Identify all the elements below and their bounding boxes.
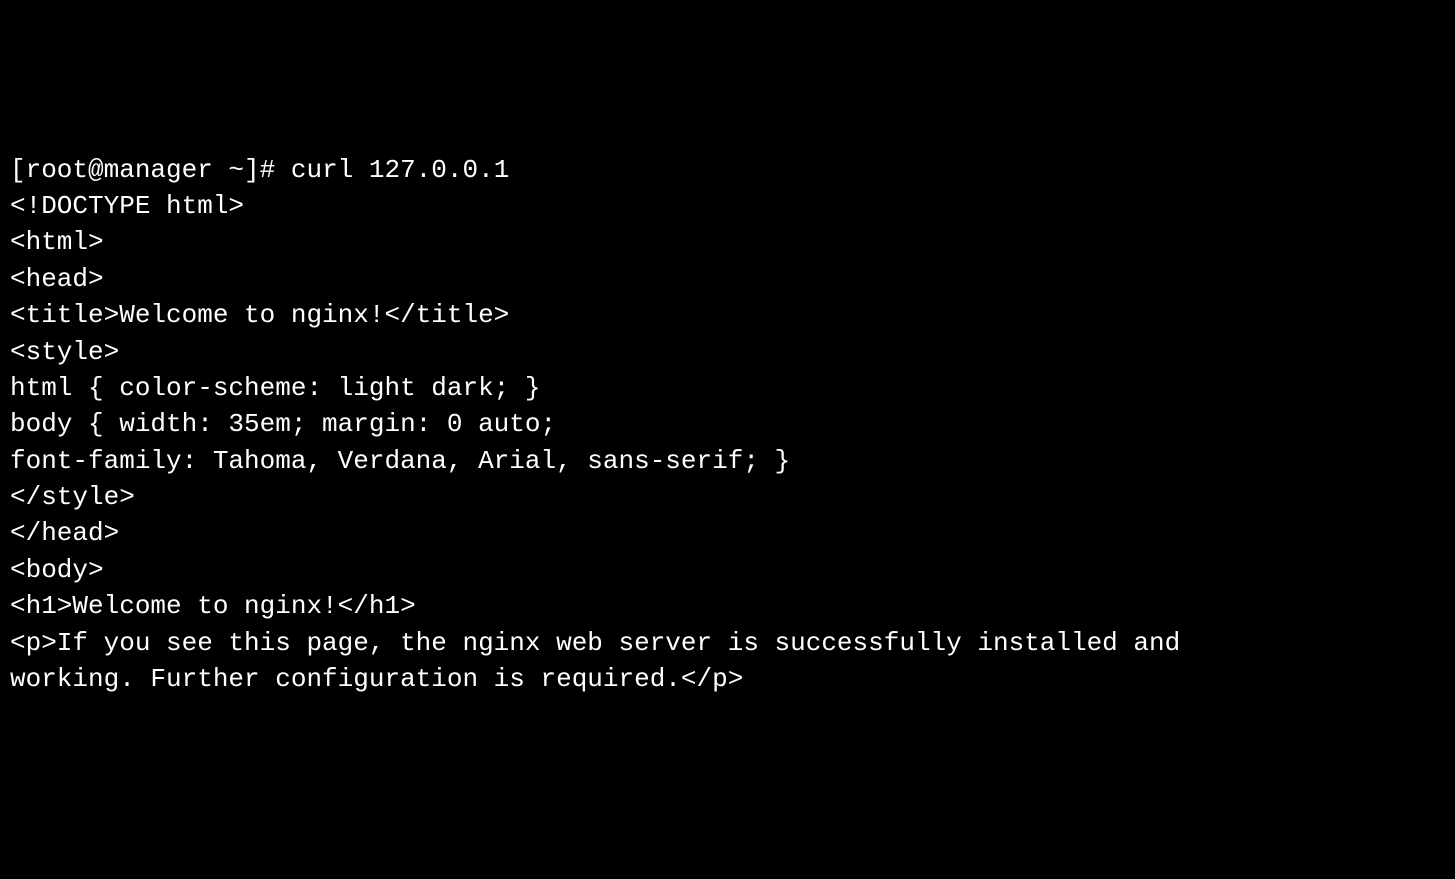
output-line: <!DOCTYPE html> bbox=[10, 188, 1445, 224]
output-line: <h1>Welcome to nginx!</h1> bbox=[10, 588, 1445, 624]
output-line: <html> bbox=[10, 224, 1445, 260]
output-line: html { color-scheme: light dark; } bbox=[10, 370, 1445, 406]
shell-prompt: [root@manager ~]# bbox=[10, 155, 291, 185]
output-line: font-family: Tahoma, Verdana, Arial, san… bbox=[10, 443, 1445, 479]
output-line: <body> bbox=[10, 552, 1445, 588]
output-line: <style> bbox=[10, 334, 1445, 370]
output-line: body { width: 35em; margin: 0 auto; bbox=[10, 406, 1445, 442]
output-line: </head> bbox=[10, 515, 1445, 551]
output-line: <p>If you see this page, the nginx web s… bbox=[10, 625, 1445, 661]
shell-command: curl 127.0.0.1 bbox=[291, 155, 509, 185]
output-line: <title>Welcome to nginx!</title> bbox=[10, 297, 1445, 333]
output-line: <head> bbox=[10, 261, 1445, 297]
command-line[interactable]: [root@manager ~]# curl 127.0.0.1 bbox=[10, 152, 1445, 188]
output-line: </style> bbox=[10, 479, 1445, 515]
output-line: working. Further configuration is requir… bbox=[10, 661, 1445, 697]
